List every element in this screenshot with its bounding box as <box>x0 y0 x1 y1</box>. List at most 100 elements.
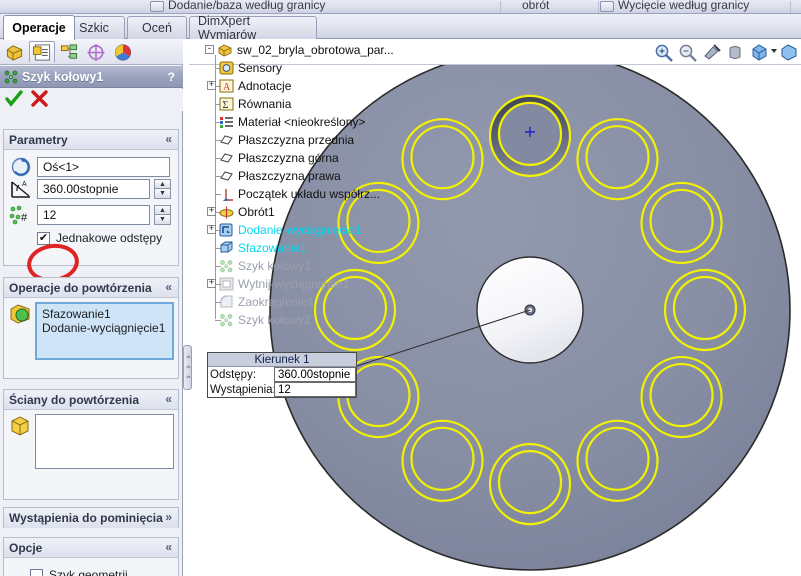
tab-dimxpert-wymiar-w[interactable]: DimXpert Wymiarów <box>189 14 317 42</box>
section-view-icon[interactable] <box>702 43 722 62</box>
parameters-header[interactable]: Parametry « <box>4 130 178 150</box>
tree-node[interactable]: Płaszczyzna przednia <box>215 131 354 149</box>
angle-spin-up[interactable]: ▲ <box>154 179 171 189</box>
toolbar-item[interactable]: Wycięcie według granicy <box>618 0 749 12</box>
plane-icon <box>219 169 234 183</box>
geometry-pattern-label: Szyk geometrii <box>49 568 128 576</box>
tree-node-label: Dodanie-wyciągnięcie1 <box>238 223 362 237</box>
features-to-pattern-header[interactable]: Operacje do powtórzenia « <box>4 278 178 298</box>
tree-node[interactable]: Materiał <nieokreślony> <box>215 113 365 131</box>
hide-show-items-icon[interactable] <box>779 43 799 62</box>
tree-node[interactable]: Początek układu współrz... <box>215 185 380 204</box>
tree-expand-toggle[interactable]: + <box>207 81 216 90</box>
revolve-icon <box>219 205 234 219</box>
extrude-icon <box>219 223 234 237</box>
display-style-icon[interactable] <box>750 43 770 62</box>
zoom-to-fit-icon[interactable] <box>654 43 674 62</box>
tree-node-label: Zaokrąglenie1 <box>238 295 315 309</box>
faces-to-pattern-list[interactable] <box>35 414 174 469</box>
fillet-icon <box>219 295 234 309</box>
tree-node[interactable]: - sw_02_bryla_obrotowa_par... <box>205 41 394 59</box>
chevron-up-icon[interactable]: « <box>165 540 172 555</box>
tree-expand-toggle[interactable]: + <box>207 225 216 234</box>
toolbar-separator <box>500 1 501 13</box>
tree-node[interactable]: Zaokrąglenie1 <box>215 293 315 311</box>
callout-instances-value[interactable]: 12 <box>274 382 356 397</box>
axis-field[interactable]: Oś<1> <box>37 157 170 177</box>
zoom-to-area-icon[interactable] <box>678 43 698 62</box>
instances-to-skip-header[interactable]: Wystąpienia do pominięcia » <box>4 508 178 528</box>
geometry-pattern-row[interactable]: Szyk geometrii <box>4 565 178 576</box>
boundary-cut-icon[interactable] <box>600 1 614 12</box>
dimxpert-manager-tab-icon[interactable] <box>83 41 109 63</box>
tree-node[interactable]: Σ Równania <box>215 95 291 113</box>
feature-select-icon <box>10 304 30 324</box>
equal-spacing-row[interactable]: ✔ Jednakowe odstępy <box>4 228 178 248</box>
chevron-down-icon[interactable] <box>771 49 777 53</box>
tree-node[interactable]: + Obrót1 <box>207 203 275 221</box>
feature-manager-tab-icon[interactable] <box>2 41 28 63</box>
instances-spin-up[interactable]: ▲ <box>154 205 171 215</box>
boundary-boss-icon[interactable] <box>150 1 164 12</box>
chevron-up-icon[interactable]: « <box>165 392 172 407</box>
tree-node[interactable]: Szyk kołowy2 <box>215 311 311 329</box>
property-manager-title-bar: Szyk kołowy1 ? <box>0 66 183 88</box>
tree-node[interactable]: + Dodanie-wyciągnięcie1 <box>207 221 362 239</box>
tree-node[interactable]: Płaszczyzna górna <box>215 149 339 167</box>
tree-expand-toggle[interactable]: + <box>207 279 216 288</box>
tree-node[interactable]: Płaszczyzna prawa <box>215 167 341 185</box>
instances-to-skip-group: Wystąpienia do pominięcia » <box>3 507 179 528</box>
list-item[interactable]: Dodanie-wyciągnięcie1 <box>37 321 172 335</box>
features-to-pattern-list[interactable]: Sfazowanie1 Dodanie-wyciągnięcie1 <box>35 302 174 360</box>
svg-text:Σ: Σ <box>223 100 229 111</box>
display-manager-tab-icon[interactable] <box>110 41 136 63</box>
tree-collapse-toggle[interactable]: - <box>205 45 214 54</box>
tree-node[interactable]: Sensory <box>215 59 282 77</box>
equal-spacing-label: Jednakowe odstępy <box>56 231 163 245</box>
cancel-button[interactable] <box>30 90 52 110</box>
toolbar-item[interactable]: Dodanie/baza według granicy <box>168 0 325 12</box>
view-orientation-icon[interactable] <box>726 43 746 62</box>
instances-spin-down[interactable]: ▼ <box>154 215 171 225</box>
callout-spacing-label: Odstępy: <box>210 368 257 381</box>
instances-spinner[interactable]: ▲ ▼ <box>154 205 171 226</box>
toolbar-item[interactable]: obrót <box>522 0 549 12</box>
faces-to-pattern-header[interactable]: Ściany do powtórzenia « <box>4 390 178 410</box>
tab-operacje[interactable]: Operacje <box>3 15 75 40</box>
panel-splitter-handle[interactable] <box>183 345 192 390</box>
accept-button[interactable] <box>4 90 26 110</box>
list-item[interactable]: Sfazowanie1 <box>37 307 172 321</box>
solidworks-window: Dodanie/baza według granicy obrót Wycięcie… <box>0 0 801 576</box>
callout-row-spacing: Odstępy: 360.00stopnie <box>208 367 356 382</box>
tab-oce-[interactable]: Oceń <box>127 16 187 39</box>
configuration-manager-tab-icon[interactable] <box>56 41 82 63</box>
equal-spacing-checkbox[interactable]: ✔ <box>37 231 50 245</box>
feature-tree[interactable]: - sw_02_bryla_obrotowa_par... Sensory + A Adn… <box>205 41 435 331</box>
instances-field[interactable]: 12 <box>37 205 150 225</box>
tree-node[interactable]: + Wytnij-wyciągnięcie1 <box>207 275 349 293</box>
chevron-down-icon[interactable]: » <box>165 510 172 525</box>
property-manager-tab-icon[interactable] <box>29 41 55 63</box>
tree-node[interactable]: Sfazowanie1 <box>215 239 307 257</box>
equations-icon: Σ <box>219 97 234 111</box>
chevron-up-icon[interactable]: « <box>165 280 172 295</box>
property-manager-panel: Szyk kołowy1 ? Parametry « Oś<1> A 360.0… <box>0 39 183 576</box>
chevron-up-icon[interactable]: « <box>165 132 172 147</box>
pattern-callout[interactable]: Kierunek 1 Odstępy: 360.00stopnie Wystąp… <box>207 352 357 398</box>
tree-expand-toggle[interactable]: + <box>207 207 216 216</box>
geometry-pattern-checkbox[interactable] <box>30 568 43 576</box>
angle-spinner[interactable]: ▲ ▼ <box>154 179 171 200</box>
options-header[interactable]: Opcje « <box>4 538 178 558</box>
angle-spin-down[interactable]: ▼ <box>154 189 171 199</box>
faces-to-pattern-group: Ściany do powtórzenia « <box>3 389 179 500</box>
cut-extrude-icon <box>219 277 234 291</box>
callout-spacing-value[interactable]: 360.00stopnie <box>274 367 356 382</box>
tree-node[interactable]: Szyk kołowy1 <box>215 257 311 275</box>
pattern-axis-icon <box>11 157 31 177</box>
tree-node[interactable]: + A Adnotacje <box>207 77 291 95</box>
pattern-instance-1[interactable] <box>488 94 572 177</box>
property-manager-title: Szyk kołowy1 <box>22 69 104 84</box>
sensors-icon <box>219 61 234 75</box>
help-button[interactable]: ? <box>168 70 175 84</box>
angle-field[interactable]: 360.00stopnie <box>37 179 150 199</box>
